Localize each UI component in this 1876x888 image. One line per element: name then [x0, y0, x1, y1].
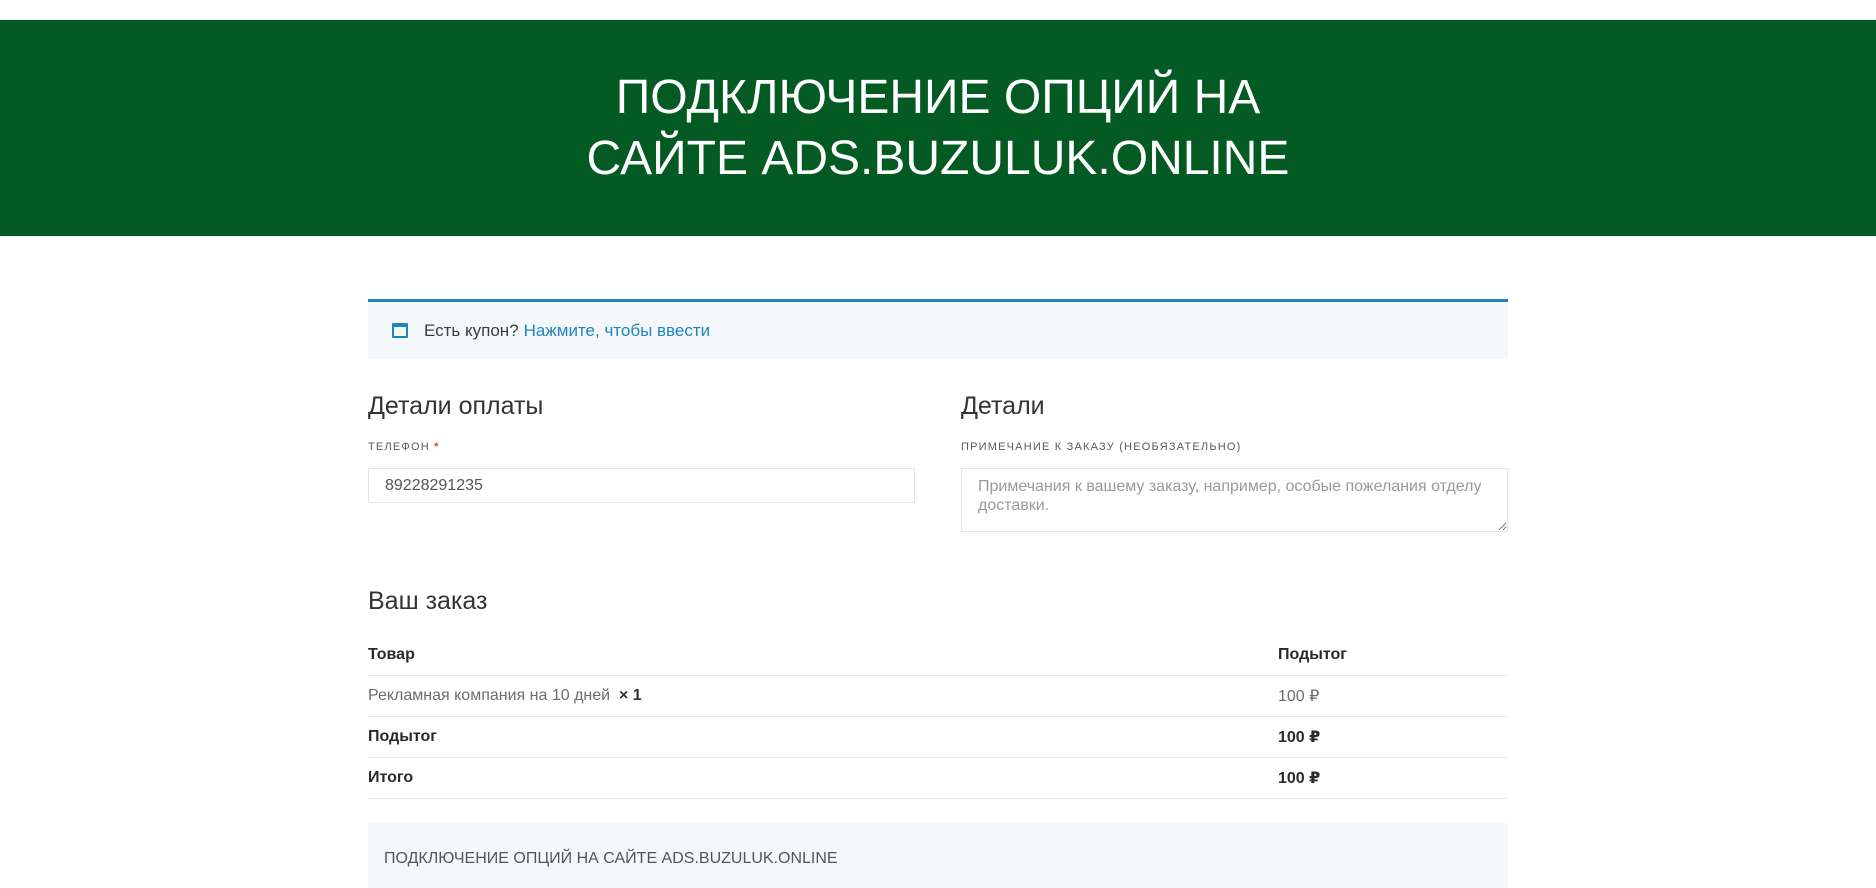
order-notes-field[interactable] [961, 468, 1508, 532]
payment-method-box: ПОДКЛЮЧЕНИЕ ОПЦИЙ НА САЙТЕ ADS.BUZULUK.O… [368, 823, 1508, 888]
total-value: 100 ₽ [1278, 757, 1508, 799]
subtotal-row: Подытог 100 ₽ [368, 716, 1508, 758]
product-cell: Рекламная компания на 10 дней × 1 [368, 675, 1278, 717]
subtotal-label: Подытог [368, 716, 1278, 758]
order-review-table: Товар Подытог Рекламная компания на 10 д… [368, 635, 1508, 799]
phone-label: ТЕЛЕФОН * [368, 441, 440, 453]
product-name: Рекламная компания на 10 дней [368, 687, 611, 704]
details-heading: Детали [961, 392, 1045, 420]
hero-banner: ПОДКЛЮЧЕНИЕ ОПЦИЙ НА САЙТЕ ADS.BUZULUK.O… [0, 20, 1876, 236]
total-row: Итого 100 ₽ [368, 757, 1508, 799]
coupon-prompt: Есть купон? [424, 320, 519, 340]
coupon-notice: Есть купон? Нажмите, чтобы ввести [368, 299, 1508, 359]
product-quantity: × 1 [618, 687, 642, 704]
phone-field[interactable] [368, 468, 915, 503]
column-header-subtotal: Подытог [1278, 635, 1508, 676]
page-title: ПОДКЛЮЧЕНИЕ ОПЦИЙ НА САЙТЕ ADS.BUZULUK.O… [586, 71, 1290, 185]
total-label: Итого [368, 757, 1278, 799]
column-header-product: Товар [368, 635, 1278, 676]
subtotal-value: 100 ₽ [1278, 716, 1508, 758]
calendar-icon [392, 323, 408, 338]
billing-heading: Детали оплаты [368, 392, 544, 420]
coupon-link[interactable]: Нажмите, чтобы ввести [524, 321, 710, 341]
payment-method-label: ПОДКЛЮЧЕНИЕ ОПЦИЙ НА САЙТЕ ADS.BUZULUK.O… [384, 849, 838, 867]
product-subtotal: 100 ₽ [1278, 675, 1508, 717]
table-header-row: Товар Подытог [368, 635, 1508, 676]
required-mark: * [434, 441, 440, 453]
order-heading: Ваш заказ [368, 587, 488, 615]
table-row: Рекламная компания на 10 дней × 1 100 ₽ [368, 675, 1508, 717]
phone-label-text: ТЕЛЕФОН [368, 441, 430, 453]
notes-label: ПРИМЕЧАНИЕ К ЗАКАЗУ (НЕОБЯЗАТЕЛЬНО) [961, 441, 1242, 453]
